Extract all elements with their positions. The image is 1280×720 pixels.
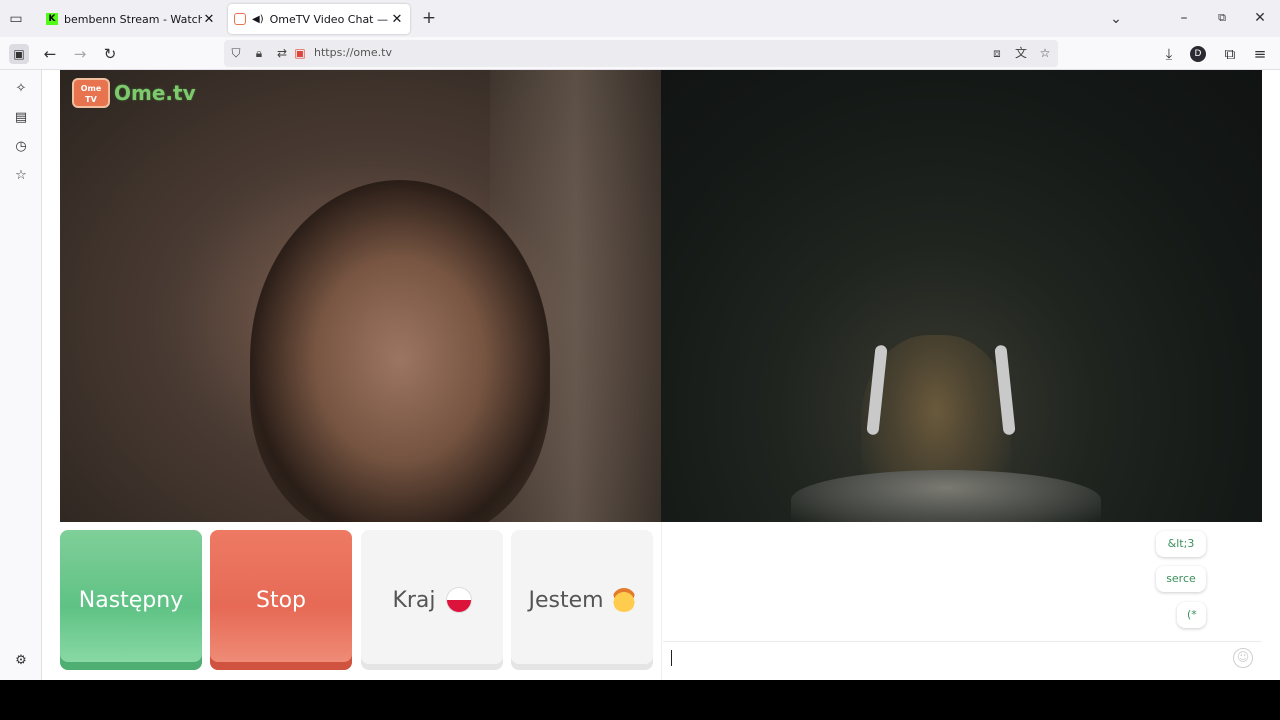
close-window-icon[interactable]: ✕ <box>1252 10 1268 26</box>
tab-title: bembenn Stream - Watch Live o <box>64 12 202 26</box>
quick-reply-serce[interactable]: serce <box>1156 566 1206 592</box>
lock-icon[interactable]: 🔒︎ <box>251 45 267 61</box>
country-button[interactable]: Kraj <box>361 530 503 670</box>
ai-sparkle-icon[interactable]: ✧ <box>11 79 31 99</box>
navigation-bar: ▣ ← → ↻ ⛉ 🔒︎ ⇄ ▣ https://ome.tv ⧈ 文 ☆ ⤓ … <box>0 37 1280 70</box>
bookmarks-icon[interactable]: ☆ <box>11 166 31 186</box>
logo-tv-icon: Ome TV <box>72 78 110 108</box>
stop-button[interactable]: Stop <box>210 530 352 670</box>
shirt-shape <box>791 470 1101 522</box>
tab-bembenn-stream[interactable]: K bembenn Stream - Watch Live o ✕ <box>40 4 222 34</box>
local-video <box>60 70 661 522</box>
quick-reply-kiss[interactable]: (* <box>1177 602 1206 628</box>
remote-video <box>661 70 1262 522</box>
forward-icon[interactable]: → <box>70 44 90 64</box>
next-button[interactable]: Następny <box>60 530 202 670</box>
sidebar-toggle-icon[interactable]: ▣ <box>9 44 29 64</box>
browser-sidebar: ✧ ▤ ◷ ☆ ⚙ <box>0 70 42 680</box>
picture-in-picture-icon[interactable]: ⧈ <box>989 45 1005 61</box>
ometv-logo[interactable]: Ome TV Ome.tv <box>72 78 196 108</box>
url-text: https://ome.tv <box>314 46 392 59</box>
history-icon[interactable]: ◷ <box>11 137 31 157</box>
next-button-label: Następny <box>78 587 184 613</box>
extensions-icon[interactable]: ⧉ <box>1220 44 1240 64</box>
bookmark-star-icon[interactable]: ☆ <box>1037 45 1053 61</box>
account-avatar[interactable]: D <box>1190 46 1206 62</box>
tab-list-icon[interactable]: ▭ <box>8 11 24 27</box>
downloads-icon[interactable]: ⤓ <box>1159 44 1179 64</box>
tab-title: OmeTV Video Chat — Ome <box>269 12 390 26</box>
tab-bar: ▭ K bembenn Stream - Watch Live o ✕ ◀) O… <box>0 0 1280 37</box>
ometv-icon <box>234 13 246 25</box>
emoji-picker-icon[interactable]: ☺ <box>1233 648 1253 668</box>
stop-button-label: Stop <box>255 587 306 613</box>
screen-bottom-edge <box>0 680 1280 720</box>
tab-overflow-chevron-icon[interactable]: ⌄ <box>1108 11 1124 27</box>
chat-message-input[interactable]: ☺ <box>663 641 1262 672</box>
logo-text: Ome.tv <box>114 81 196 105</box>
close-tab-icon[interactable]: ✕ <box>390 12 404 27</box>
speaker-icon[interactable]: ◀) <box>252 14 264 25</box>
shield-icon[interactable]: ⛉ <box>228 45 244 61</box>
minimize-icon[interactable]: – <box>1176 10 1192 26</box>
settings-gear-icon[interactable]: ⚙ <box>11 651 31 671</box>
translate-icon[interactable]: 文 <box>1013 45 1029 61</box>
reload-icon[interactable]: ↻ <box>100 44 120 64</box>
text-caret <box>671 650 672 666</box>
poland-flag-icon <box>445 587 472 613</box>
address-bar[interactable]: ⛉ 🔒︎ ⇄ ▣ https://ome.tv ⧈ 文 ☆ <box>224 40 1058 67</box>
synced-tabs-icon[interactable]: ▤ <box>11 108 31 128</box>
boy-emoji-icon <box>611 588 636 612</box>
restore-icon[interactable]: ⧉ <box>1214 10 1230 26</box>
gender-button[interactable]: Jestem <box>511 530 653 670</box>
kick-icon: K <box>46 13 58 25</box>
country-button-label: Kraj <box>392 587 436 613</box>
gender-button-label: Jestem <box>528 587 604 613</box>
camera-icon[interactable]: ▣ <box>292 45 308 61</box>
person-silhouette <box>250 180 550 522</box>
tab-ometv[interactable]: ◀) OmeTV Video Chat — Ome ✕ <box>228 4 410 34</box>
quick-reply-heart[interactable]: &lt;3 <box>1156 531 1206 557</box>
menu-icon[interactable]: ≡ <box>1250 44 1270 64</box>
close-tab-icon[interactable]: ✕ <box>202 12 216 27</box>
permissions-icon[interactable]: ⇄ <box>274 45 290 61</box>
new-tab-icon[interactable]: + <box>420 10 438 27</box>
back-icon[interactable]: ← <box>40 44 60 64</box>
